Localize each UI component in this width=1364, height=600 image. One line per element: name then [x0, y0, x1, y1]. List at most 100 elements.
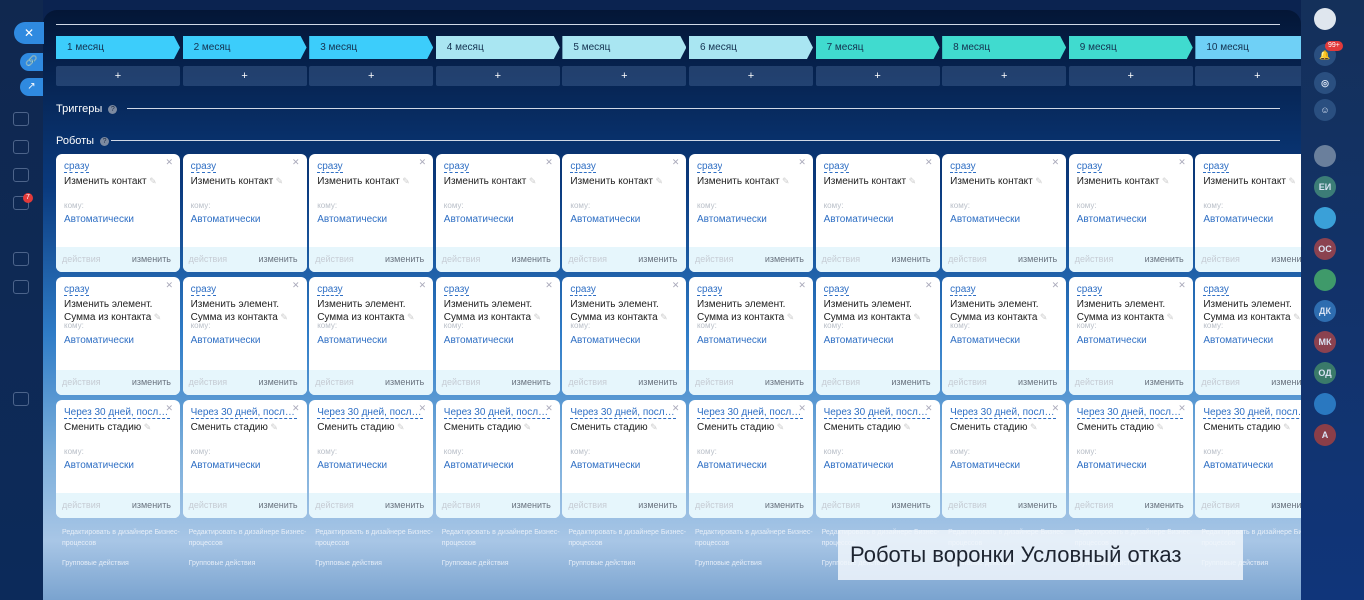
- robot-to-value[interactable]: Автоматически: [317, 214, 387, 225]
- stage-3[interactable]: 3 месяц: [309, 36, 433, 59]
- close-icon[interactable]: ✕: [1178, 403, 1186, 414]
- robot-card[interactable]: сразу✕Изменить контакт ✎кому:Автоматичес…: [1195, 154, 1301, 272]
- robot-to-value[interactable]: Автоматически: [444, 460, 514, 471]
- edit-link[interactable]: изменить: [385, 370, 424, 395]
- close-icon[interactable]: ✕: [292, 403, 300, 414]
- edit-link[interactable]: изменить: [512, 247, 551, 272]
- close-icon[interactable]: ✕: [292, 157, 300, 168]
- robot-card[interactable]: сразу ✕ Изменить элемент. Сумма из контакт…: [309, 277, 434, 395]
- actions-link[interactable]: действия: [62, 493, 101, 518]
- close-icon[interactable]: ✕: [1052, 280, 1060, 291]
- actions-link[interactable]: действия: [695, 247, 734, 272]
- edit-link[interactable]: изменить: [765, 370, 804, 395]
- robot-card[interactable]: сразу ✕ Изменить элемент. Сумма из контакт…: [1068, 277, 1193, 395]
- edit-link[interactable]: изменить: [1145, 370, 1184, 395]
- actions-link[interactable]: действия: [948, 493, 987, 518]
- pencil-icon[interactable]: ✎: [1037, 312, 1048, 322]
- pencil-icon[interactable]: ✎: [1291, 312, 1301, 322]
- avatar[interactable]: ОД: [1314, 362, 1336, 384]
- avatar[interactable]: А: [1314, 424, 1336, 446]
- signal-icon[interactable]: ◎: [1314, 72, 1336, 94]
- edit-link[interactable]: изменить: [1145, 247, 1184, 272]
- edit-link[interactable]: изменить: [765, 247, 804, 272]
- edit-link[interactable]: изменить: [638, 247, 677, 272]
- designer-link[interactable]: Редактировать в дизайнере Бизнес-процесс…: [568, 529, 686, 547]
- robot-to-value[interactable]: Автоматически: [64, 335, 134, 346]
- close-icon[interactable]: ✕: [672, 280, 680, 291]
- robot-to-value[interactable]: Автоматически: [1203, 460, 1273, 471]
- stage-4[interactable]: 4 месяц: [436, 36, 560, 59]
- actions-link[interactable]: действия: [695, 370, 734, 395]
- pencil-icon[interactable]: ✎: [1027, 422, 1038, 432]
- edit-link[interactable]: изменить: [891, 493, 930, 518]
- robot-to-value[interactable]: Автоматически: [570, 335, 640, 346]
- designer-link[interactable]: Редактировать в дизайнере Бизнес-процесс…: [189, 529, 307, 547]
- robot-card[interactable]: Через 30 дней, после ...✕Сменить стадию …: [1195, 400, 1301, 518]
- actions-link[interactable]: действия: [822, 493, 861, 518]
- robot-delay-link[interactable]: Через 30 дней, после ...: [1076, 407, 1183, 419]
- designer-link[interactable]: Редактировать в дизайнере Бизнес-процесс…: [62, 529, 180, 547]
- robot-delay-link[interactable]: сразу: [696, 284, 723, 296]
- actions-link[interactable]: действия: [62, 370, 101, 395]
- sites-icon[interactable]: [13, 280, 29, 294]
- robot-card[interactable]: сразу ✕ Изменить элемент. Сумма из контакт…: [56, 277, 180, 395]
- actions-link[interactable]: действия: [1075, 247, 1114, 272]
- group-actions-link[interactable]: Групповые действия: [315, 558, 433, 569]
- edit-link[interactable]: изменить: [512, 370, 551, 395]
- robot-card[interactable]: Через 30 дней, после ...✕Сменить стадию …: [688, 400, 813, 518]
- actions-link[interactable]: действия: [1201, 247, 1240, 272]
- pencil-icon[interactable]: ✎: [774, 422, 785, 432]
- robot-delay-link[interactable]: сразу: [823, 284, 850, 296]
- add-trigger-button[interactable]: +: [942, 66, 1067, 86]
- robot-card[interactable]: сразу ✕ Изменить элемент. Сумма из контакт…: [942, 277, 1067, 395]
- edit-link[interactable]: изменить: [765, 493, 804, 518]
- robot-to-value[interactable]: Автоматически: [950, 460, 1020, 471]
- robot-delay-link[interactable]: Через 30 дней, после ...: [823, 407, 930, 419]
- close-icon[interactable]: ✕: [419, 280, 427, 291]
- edit-link[interactable]: изменить: [258, 370, 297, 395]
- actions-link[interactable]: действия: [189, 370, 228, 395]
- robot-to-value[interactable]: Автоматически: [570, 214, 640, 225]
- edit-link[interactable]: изменить: [385, 247, 424, 272]
- close-icon[interactable]: ✕: [1178, 157, 1186, 168]
- menu-icon[interactable]: [13, 112, 29, 126]
- pencil-icon[interactable]: ✎: [1164, 312, 1175, 322]
- robot-delay-link[interactable]: Через 30 дней, после ...: [1203, 407, 1301, 419]
- add-trigger-button[interactable]: +: [688, 66, 813, 86]
- avatar[interactable]: [1314, 269, 1336, 291]
- close-icon[interactable]: ✕: [672, 403, 680, 414]
- close-icon[interactable]: ✕: [925, 280, 933, 291]
- close-icon[interactable]: ✕: [1178, 280, 1186, 291]
- designer-link[interactable]: Редактировать в дизайнере Бизнес-процесс…: [315, 529, 433, 547]
- group-actions-link[interactable]: Групповые действия: [442, 558, 560, 569]
- robot-to-value[interactable]: Автоматически: [697, 335, 767, 346]
- robot-delay-link[interactable]: сразу: [950, 284, 976, 296]
- chat-icon[interactable]: ☺: [1314, 99, 1336, 121]
- robot-card[interactable]: сразу✕Изменить контакт ✎кому:Автоматичес…: [942, 154, 1067, 272]
- stage-10[interactable]: 10 месяц: [1195, 36, 1301, 59]
- close-icon[interactable]: ✕: [545, 157, 553, 168]
- actions-link[interactable]: действия: [62, 247, 101, 272]
- robot-delay-link[interactable]: сразу: [317, 284, 343, 296]
- robot-card[interactable]: Через 30 дней, после ...✕Сменить стадию …: [182, 400, 307, 518]
- actions-link[interactable]: действия: [1075, 493, 1114, 518]
- robot-delay-link[interactable]: сразу: [950, 161, 976, 173]
- pencil-icon[interactable]: ✎: [526, 176, 537, 186]
- close-icon[interactable]: ✕: [798, 280, 806, 291]
- close-icon[interactable]: ✕: [798, 403, 806, 414]
- pencil-icon[interactable]: ✎: [521, 422, 532, 432]
- actions-link[interactable]: действия: [442, 370, 481, 395]
- pencil-icon[interactable]: ✎: [1154, 422, 1165, 432]
- robot-to-value[interactable]: Автоматически: [570, 460, 640, 471]
- robot-to-value[interactable]: Автоматически: [950, 335, 1020, 346]
- add-trigger-button[interactable]: +: [1195, 66, 1301, 86]
- add-trigger-button[interactable]: +: [562, 66, 687, 86]
- stage-5[interactable]: 5 месяц: [562, 36, 686, 59]
- close-icon[interactable]: ✕: [419, 157, 427, 168]
- actions-link[interactable]: действия: [568, 247, 607, 272]
- robot-to-value[interactable]: Автоматически: [697, 214, 767, 225]
- pencil-icon[interactable]: ✎: [147, 176, 157, 186]
- add-trigger-button[interactable]: +: [56, 66, 180, 86]
- actions-link[interactable]: действия: [948, 370, 987, 395]
- robot-delay-link[interactable]: Через 30 дней, после ...: [950, 407, 1057, 419]
